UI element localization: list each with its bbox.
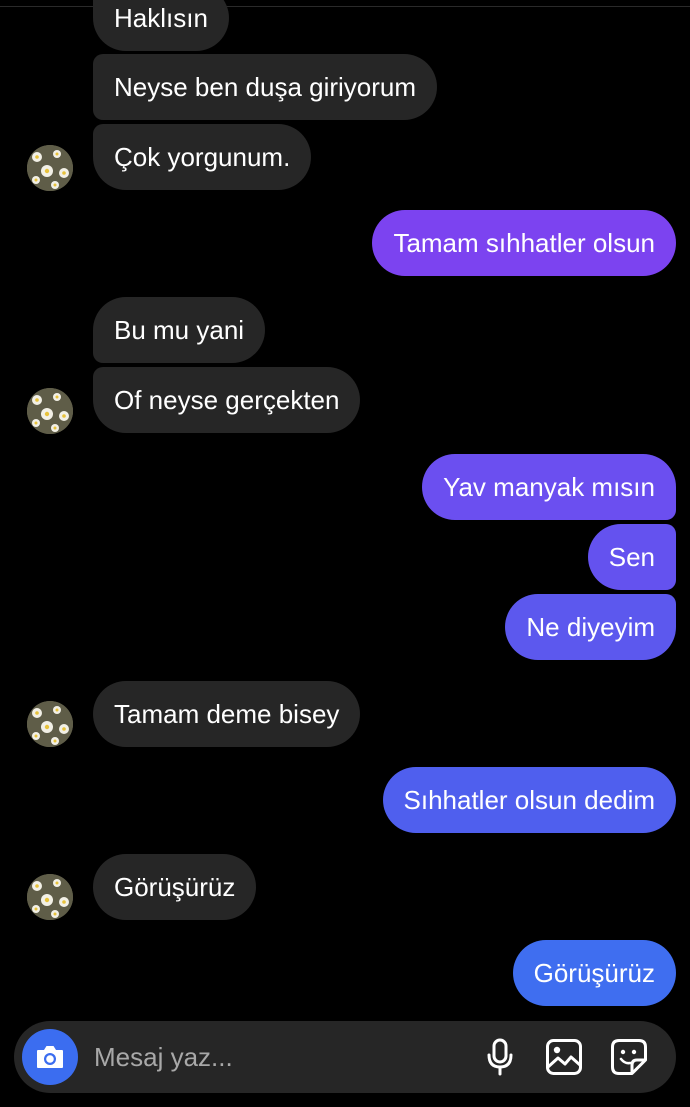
gallery-button[interactable]	[544, 1037, 584, 1077]
message-outgoing[interactable]: Sıhhatler olsun dedim	[382, 767, 676, 833]
message-text: Sıhhatler olsun dedim	[403, 784, 655, 815]
message-text: Çok yorgunum.	[114, 141, 291, 172]
message-incoming[interactable]: Görüşürüz	[93, 854, 257, 920]
sticker-button[interactable]	[609, 1037, 649, 1077]
message-outgoing[interactable]: Yav manyak mısın	[422, 454, 676, 520]
message-outgoing[interactable]: Sen	[587, 524, 676, 590]
message-text: Görüşürüz	[114, 871, 236, 902]
contact-avatar[interactable]	[27, 145, 73, 191]
avatar-image	[27, 701, 73, 747]
message-incoming[interactable]: Çok yorgunum.	[93, 124, 312, 190]
message-text: Haklısın	[114, 2, 208, 33]
message-composer	[14, 1021, 676, 1093]
message-text: Yav manyak mısın	[443, 471, 655, 502]
message-input[interactable]	[94, 1021, 454, 1093]
avatar-image	[27, 145, 73, 191]
message-text: Görüşürüz	[533, 957, 655, 988]
message-text: Tamam deme bisey	[114, 698, 340, 729]
avatar-image	[27, 388, 73, 434]
microphone-button[interactable]	[480, 1037, 520, 1077]
avatar-image	[27, 874, 73, 920]
message-incoming[interactable]: Tamam deme bisey	[93, 681, 361, 747]
message-outgoing[interactable]: Ne diyeyim	[505, 594, 676, 660]
message-text: Bu mu yani	[114, 314, 245, 345]
message-text: Of neyse gerçekten	[114, 384, 340, 415]
message-text: Sen	[608, 541, 655, 572]
contact-avatar[interactable]	[27, 874, 73, 920]
gallery-icon	[546, 1039, 582, 1075]
message-text: Neyse ben duşa giriyorum	[114, 71, 417, 102]
contact-avatar[interactable]	[27, 388, 73, 434]
contact-avatar[interactable]	[27, 701, 73, 747]
message-incoming[interactable]: Bu mu yani	[93, 297, 266, 363]
message-text: Tamam sıhhatler olsun	[393, 227, 655, 258]
message-incoming[interactable]: Of neyse gerçekten	[93, 367, 361, 433]
message-outgoing[interactable]: Görüşürüz	[512, 940, 676, 1006]
message-outgoing[interactable]: Tamam sıhhatler olsun	[372, 210, 676, 276]
message-text: Ne diyeyim	[526, 611, 655, 642]
camera-button[interactable]	[22, 1029, 78, 1085]
microphone-icon	[487, 1038, 513, 1076]
sticker-icon	[611, 1039, 647, 1075]
message-incoming[interactable]: Neyse ben duşa giriyorum	[93, 54, 438, 120]
message-incoming[interactable]: Haklısın	[93, 0, 229, 51]
camera-icon	[37, 1046, 63, 1068]
